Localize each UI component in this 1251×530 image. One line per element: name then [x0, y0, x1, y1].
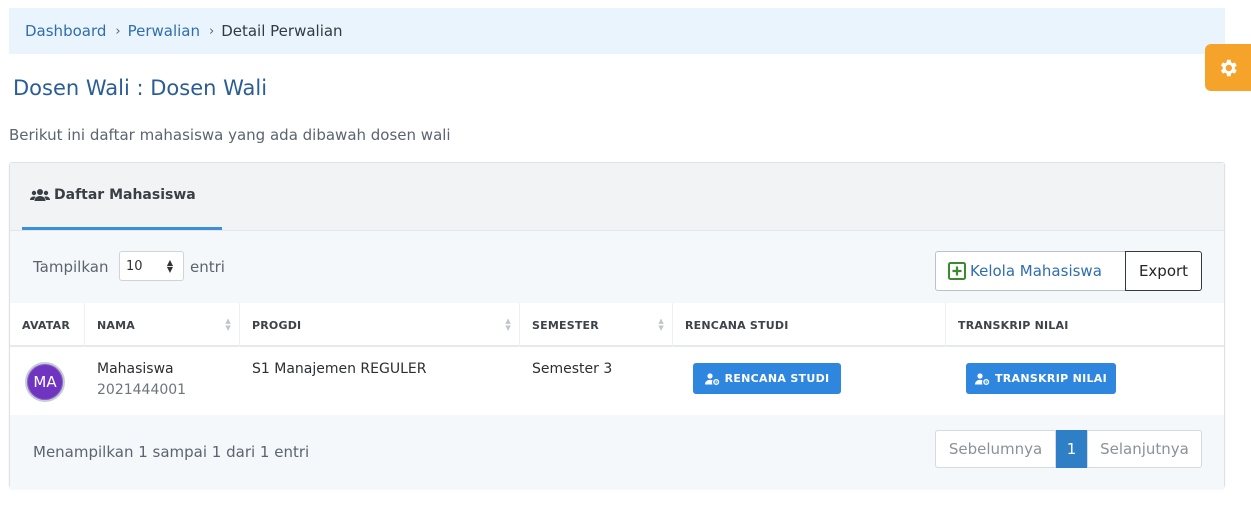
column-transkrip-label: TRANSKRIP NILAI — [958, 318, 1069, 332]
column-nama[interactable]: NAMA ▲ ▼ — [85, 303, 240, 347]
column-rencana-studi: RENCANA STUDI — [673, 303, 946, 347]
pagination-page-1[interactable]: 1 — [1056, 430, 1087, 468]
table-info: Menampilkan 1 sampai 1 dari 1 entri — [33, 443, 310, 461]
student-name: Mahasiswa — [97, 361, 174, 377]
page-length-select[interactable]: 10 ▲ ▼ — [119, 251, 184, 281]
breadcrumb-perwalian[interactable]: Perwalian — [128, 22, 200, 40]
breadcrumb-dashboard[interactable]: Dashboard — [25, 22, 106, 40]
column-semester[interactable]: SEMESTER ▲ ▼ — [520, 303, 673, 347]
sort-icon: ▲ ▼ — [505, 317, 511, 332]
settings-button[interactable] — [1205, 44, 1251, 91]
tab-daftar-mahasiswa[interactable]: Daftar Mahasiswa — [22, 163, 222, 230]
export-button[interactable]: Export — [1125, 251, 1202, 291]
kelola-mahasiswa-label: Kelola Mahasiswa — [970, 262, 1102, 280]
breadcrumb: Dashboard › Perwalian › Detail Perwalian — [9, 8, 1225, 54]
table-header: AVATAR NAMA ▲ ▼ PROGDI ▲ ▼ SEMESTER ▲ ▼ REN… — [10, 303, 1224, 347]
gear-icon — [1220, 59, 1237, 76]
pagination-previous[interactable]: Sebelumnya — [935, 430, 1056, 468]
student-list-card: Daftar Mahasiswa Tampilkan 10 ▲ ▼ entri K… — [9, 162, 1225, 488]
pagination: Sebelumnya 1 Selanjutnya — [935, 430, 1202, 468]
rencana-studi-label: RENCANA STUDI — [724, 372, 830, 385]
kelola-mahasiswa-button[interactable]: Kelola Mahasiswa — [935, 251, 1125, 291]
column-progdi-label: PROGDI — [252, 318, 302, 332]
sort-icon: ▲ ▼ — [658, 317, 664, 332]
transkrip-nilai-label: TRANSKRIP NILAI — [994, 372, 1107, 385]
breadcrumb-current: Detail Perwalian — [221, 22, 343, 40]
table-toolbar: Tampilkan 10 ▲ ▼ entri Kelola Mahasiswa E… — [10, 231, 1224, 303]
plus-square-icon — [948, 262, 966, 280]
breadcrumb-separator: › — [115, 23, 121, 39]
column-rencana-label: RENCANA STUDI — [685, 318, 789, 332]
column-progdi[interactable]: PROGDI ▲ ▼ — [240, 303, 520, 347]
length-suffix: entri — [190, 258, 225, 276]
student-progdi: S1 Manajemen REGULER — [252, 361, 427, 377]
column-transkrip-nilai: TRANSKRIP NILAI — [946, 303, 1226, 347]
users-icon — [30, 189, 50, 201]
column-nama-label: NAMA — [97, 318, 135, 332]
column-avatar: AVATAR — [10, 303, 85, 347]
user-gear-icon — [704, 372, 719, 385]
length-prefix: Tampilkan — [33, 258, 109, 276]
page-title: Dosen Wali : Dosen Wali — [13, 76, 268, 100]
page-description: Berikut ini daftar mahasiswa yang ada di… — [9, 126, 451, 144]
transkrip-nilai-button[interactable]: TRANSKRIP NILAI — [966, 363, 1116, 394]
select-arrows-icon: ▲ ▼ — [166, 258, 173, 274]
tab-label: Daftar Mahasiswa — [54, 187, 196, 203]
pagination-next[interactable]: Selanjutnya — [1087, 430, 1202, 468]
card-header: Daftar Mahasiswa — [10, 163, 1224, 231]
avatar: MA — [25, 362, 65, 402]
breadcrumb-separator: › — [209, 23, 215, 39]
sort-icon: ▲ ▼ — [225, 317, 231, 332]
rencana-studi-button[interactable]: RENCANA STUDI — [693, 363, 841, 394]
column-avatar-label: AVATAR — [22, 318, 71, 332]
table-footer: Menampilkan 1 sampai 1 dari 1 entri Sebe… — [10, 415, 1224, 488]
column-semester-label: SEMESTER — [532, 318, 599, 332]
table-row: MA Mahasiswa 2021444001 S1 Manajemen REG… — [10, 347, 1224, 415]
page-length-value: 10 — [126, 258, 143, 274]
student-nim: 2021444001 — [97, 382, 187, 398]
user-gear-icon — [974, 372, 990, 385]
student-semester: Semester 3 — [532, 361, 613, 377]
